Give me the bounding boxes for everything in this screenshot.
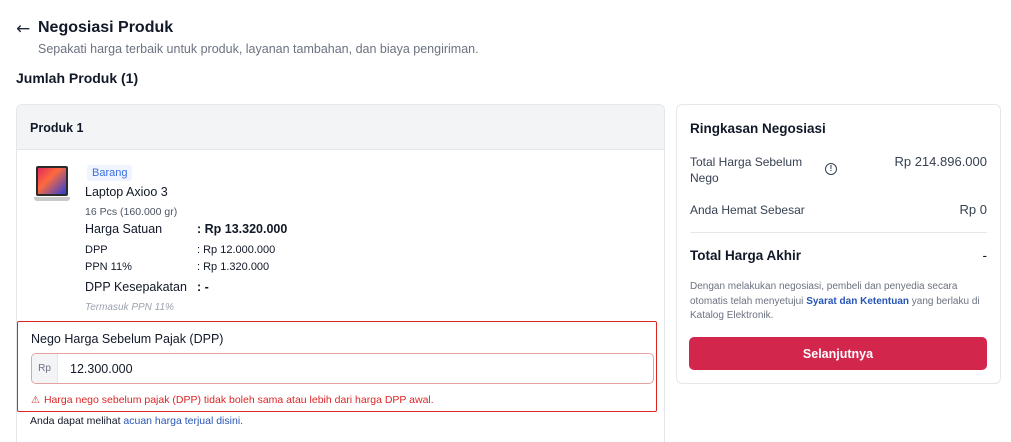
nego-error-text: Harga nego sebelum pajak (DPP) tidak bol…	[43, 394, 434, 406]
saving-value: Rp 0	[959, 202, 987, 217]
arrow-left-icon[interactable]: ←	[16, 18, 30, 40]
total-before-value: Rp 214.896.000	[894, 154, 987, 169]
final-total-label: Total Harga Akhir	[690, 248, 802, 263]
price-reference-link[interactable]: acuan harga terjual disini.	[123, 415, 243, 427]
nego-section: Nego Harga Sebelum Pajak (DPP) Rp ⚠Harga…	[17, 321, 657, 412]
price-row-dpp: DPP : Rp 12.000.000	[85, 244, 275, 256]
price-value: : Rp 12.000.000	[197, 244, 276, 256]
product-quantity: 16 Pcs (160.000 gr)	[85, 206, 178, 218]
page-title: Negosiasi Produk	[38, 19, 174, 36]
info-icon[interactable]: !	[825, 163, 837, 175]
price-label: DPP	[85, 244, 108, 256]
price-value: : -	[197, 280, 209, 294]
product-type-badge: Barang	[87, 165, 133, 181]
price-value: : Rp 13.320.000	[197, 222, 288, 236]
tax-included-note: Termasuk PPN 11%	[85, 302, 174, 313]
saving-label: Anda Hemat Sebesar	[690, 203, 805, 217]
product-card-header: Produk 1	[17, 105, 664, 150]
next-button[interactable]: Selanjutnya	[689, 337, 987, 370]
nego-error-message: ⚠ Harga nego sebelum pajak (DPP) tidak bo…	[31, 394, 434, 406]
nego-label: Nego Harga Sebelum Pajak (DPP)	[31, 332, 224, 346]
price-reference: Anda dapat melihat acuan harga terjual d…	[30, 415, 243, 427]
product-name: Laptop Axioo 3	[85, 185, 168, 199]
price-reference-text: Anda dapat melihat	[30, 415, 121, 427]
price-row-unit: Harga Satuan : Rp 13.320.000	[85, 222, 287, 236]
product-card: Produk 1 Barang Laptop Axioo 3 16 Pcs (1…	[16, 104, 665, 442]
page-subtitle: Sepakati harga terbaik untuk produk, lay…	[38, 42, 479, 56]
warning-icon: ⚠	[31, 395, 40, 406]
total-before-label: Total Harga Sebelum Nego	[690, 155, 803, 185]
price-label: Harga Satuan	[85, 222, 163, 236]
price-label: DPP Kesepakatan	[85, 280, 187, 294]
terms-link[interactable]: Syarat dan Ketentuan	[806, 296, 909, 307]
price-value: : Rp 1.320.000	[197, 261, 270, 273]
final-total-value: -	[982, 248, 988, 263]
nego-input-wrapper: Rp	[31, 353, 654, 384]
product-count: Jumlah Produk (1)	[16, 70, 139, 86]
terms-note: Dengan melakukan negosiasi, pembeli dan …	[690, 280, 988, 324]
price-row-ppn: PPN 11% : Rp 1.320.000	[85, 261, 269, 273]
divider	[690, 232, 987, 233]
price-label: PPN 11%	[85, 261, 132, 273]
nego-price-input[interactable]	[70, 354, 640, 383]
price-row-agreed-dpp: DPP Kesepakatan : -	[85, 280, 209, 294]
negotiation-summary: Ringkasan Negosiasi Total Harga Sebelum …	[676, 104, 1001, 384]
currency-prefix: Rp	[32, 354, 58, 383]
summary-title: Ringkasan Negosiasi	[690, 121, 826, 136]
laptop-icon	[34, 166, 70, 206]
